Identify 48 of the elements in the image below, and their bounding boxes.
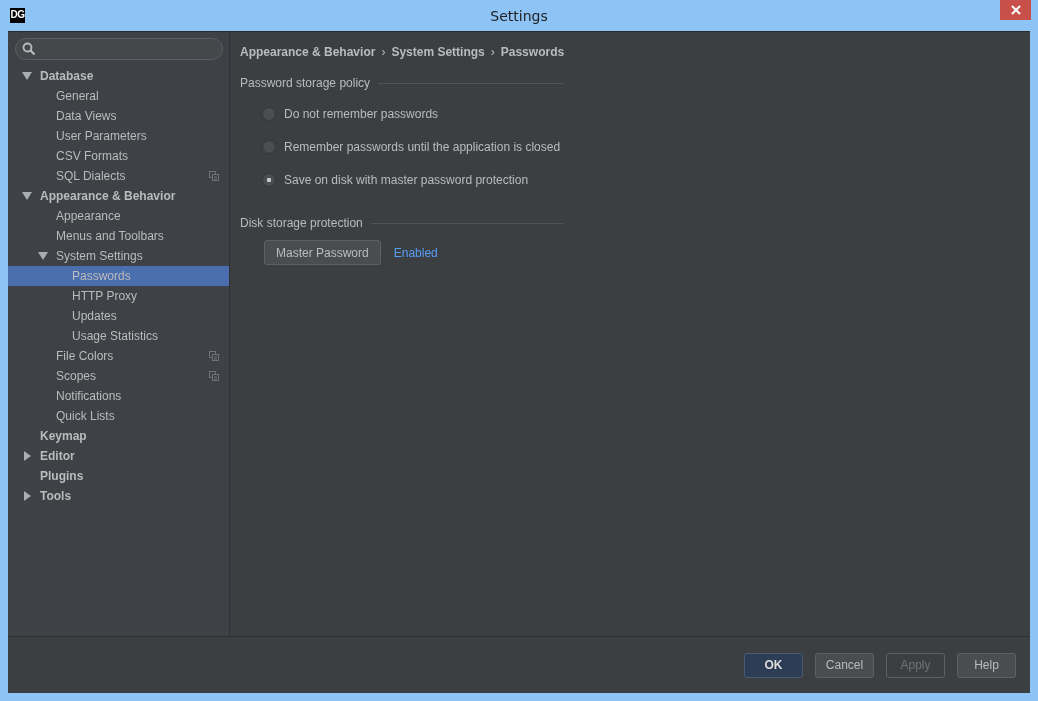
window-title: Settings	[490, 7, 548, 24]
tree-item[interactable]: General	[8, 86, 229, 106]
status-label: Enabled	[393, 245, 438, 260]
tree-item[interactable]: Usage Statistics	[8, 326, 229, 346]
section-title: Disk storage protection	[240, 216, 363, 230]
option-label: Do not remember passwords	[284, 106, 439, 121]
dialog-button[interactable]: Cancel	[815, 652, 874, 678]
tree-item[interactable]: Updates	[8, 306, 229, 326]
dialog-button[interactable]: OK	[744, 652, 803, 678]
expanded-arrow-icon[interactable]	[22, 71, 32, 81]
tree-item[interactable]: SQL Dialects	[8, 166, 229, 186]
option-label: Remember passwords until the application is closed	[284, 139, 561, 154]
tree-item[interactable]: Plugins	[8, 466, 229, 486]
tree-item[interactable]: Database	[8, 66, 229, 86]
tree-item[interactable]: Scopes	[8, 366, 229, 386]
breadcrumb-item[interactable]: System Settings	[391, 45, 485, 59]
tree-item[interactable]: Tools	[8, 486, 229, 506]
close-icon	[1010, 5, 1021, 15]
master-password-button[interactable]: Master Password	[264, 240, 381, 265]
dialog-button[interactable]: Help	[957, 652, 1016, 678]
collapsed-arrow-icon[interactable]	[22, 491, 32, 501]
app-logo: DG	[10, 8, 25, 23]
section-title: Password storage policy	[240, 76, 371, 90]
close-button[interactable]	[1000, 0, 1031, 20]
tree-item[interactable]: User Parameters	[8, 126, 229, 146]
tree-item[interactable]: Menus and Toolbars	[8, 226, 229, 246]
expanded-arrow-icon[interactable]	[22, 191, 32, 201]
tree-item[interactable]: Editor	[8, 446, 229, 466]
tree-item[interactable]: System Settings	[8, 246, 229, 266]
tree-item[interactable]: HTTP Proxy	[8, 286, 229, 306]
tree-item[interactable]: Quick Lists	[8, 406, 229, 426]
breadcrumb-item[interactable]: Passwords	[500, 45, 565, 59]
tree-item[interactable]: File Colors	[8, 346, 229, 366]
tree-item[interactable]: Data Views	[8, 106, 229, 126]
tree-item[interactable]: Notifications	[8, 386, 229, 406]
radio-button[interactable]	[262, 172, 276, 187]
tree-item[interactable]: Appearance	[8, 206, 229, 226]
search-field[interactable]	[15, 38, 223, 60]
tree-item[interactable]: Appearance & Behavior	[8, 186, 229, 206]
tree-item[interactable]: Keymap	[8, 426, 229, 446]
breadcrumb-separator: ›	[381, 45, 386, 59]
option-label: Save on disk with master password protection	[284, 172, 529, 187]
breadcrumb-item[interactable]: Appearance & Behavior	[240, 45, 376, 59]
search-icon	[22, 42, 36, 56]
tree-item[interactable]: CSV Formats	[8, 146, 229, 166]
breadcrumb-separator: ›	[490, 45, 495, 59]
expanded-arrow-icon[interactable]	[38, 251, 48, 261]
collapsed-arrow-icon[interactable]	[22, 451, 32, 461]
